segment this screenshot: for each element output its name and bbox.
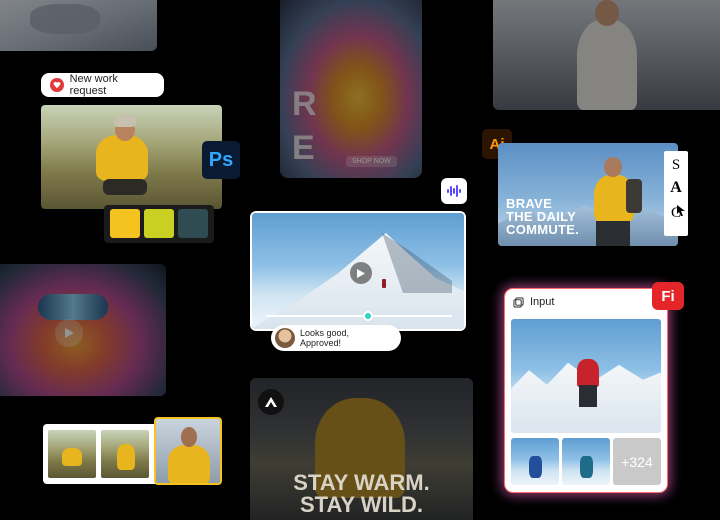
strip-thumb-2[interactable] xyxy=(101,430,149,478)
color-palette[interactable] xyxy=(104,205,214,243)
play-icon xyxy=(64,328,74,338)
hiker-grass-photo[interactable] xyxy=(41,105,222,209)
strip-thumb-1[interactable] xyxy=(48,430,96,478)
banner-backpack xyxy=(626,179,642,213)
photoshop-app-icon[interactable]: Ps xyxy=(202,141,240,179)
banner-headline: BRAVE THE DAILY COMMUTE. xyxy=(506,197,579,236)
more-inputs-count[interactable]: +324 xyxy=(613,438,661,485)
goggles-video-tile[interactable] xyxy=(0,264,166,396)
play-button[interactable] xyxy=(350,262,372,284)
hiker-beanie xyxy=(114,115,136,127)
shop-now-tag[interactable]: SHOP NOW xyxy=(346,156,397,167)
heart-shield-icon xyxy=(50,78,64,92)
glyph-a: A xyxy=(670,179,682,196)
strip-2-figure xyxy=(117,444,135,470)
selected-figure-head xyxy=(181,427,197,447)
tile-play-button[interactable] xyxy=(55,319,83,347)
new-work-request-label: New work request xyxy=(69,73,118,97)
red-jacket-hiker xyxy=(577,359,599,387)
ad-banner[interactable]: BRAVE THE DAILY COMMUTE. xyxy=(498,143,678,246)
poster-headline: STAY WARM. STAY WILD. xyxy=(250,472,473,516)
hiker-legs xyxy=(103,179,147,195)
input-thumb-1[interactable] xyxy=(511,438,559,485)
winter-street-photo-tile[interactable] xyxy=(493,0,720,110)
input-thumb-2[interactable] xyxy=(562,438,610,485)
video-scrub-track[interactable] xyxy=(266,315,452,317)
reviewer-avatar xyxy=(275,328,295,348)
hiker-legs-dark xyxy=(579,385,597,407)
woman-head xyxy=(595,0,619,26)
play-icon xyxy=(357,268,365,278)
hiker-jacket xyxy=(96,135,148,181)
woman-coat xyxy=(577,20,637,110)
banner-legs xyxy=(596,221,630,246)
banner-person-head xyxy=(604,157,622,177)
firefly-app-icon[interactable]: Fi xyxy=(652,282,684,310)
comment-text: Looks good, Approved! xyxy=(299,328,350,348)
strip-thumb-selected[interactable] xyxy=(154,417,222,485)
thumb-1-figure xyxy=(529,456,542,478)
approval-comment[interactable]: Looks good, Approved! xyxy=(271,325,401,351)
firefly-input-panel[interactable]: Input +324 xyxy=(505,289,667,492)
headline-line-3: COMMUTE. xyxy=(506,222,580,237)
top-left-photo-tile[interactable] xyxy=(0,0,157,51)
cursor-arrow-icon xyxy=(677,203,686,221)
glyph-s: S xyxy=(671,157,681,173)
waveform-icon xyxy=(447,185,461,197)
input-main-image[interactable] xyxy=(511,319,661,433)
input-icon xyxy=(513,296,524,308)
poster-vertical-text: R E Q xyxy=(292,85,318,178)
audio-waveform-button[interactable] xyxy=(441,178,467,204)
goggles xyxy=(38,294,108,320)
skier-silhouette xyxy=(30,4,100,34)
climber-figure xyxy=(382,279,386,288)
strip-1-figure xyxy=(62,448,82,466)
input-header: Input xyxy=(513,296,554,308)
hoodie-poster-tile[interactable]: R E Q SHOP NOW xyxy=(280,0,422,178)
input-title: Input xyxy=(530,296,555,308)
swatch-lime[interactable] xyxy=(144,209,174,238)
selected-figure-jacket xyxy=(168,445,210,483)
poster-line-1: STAY WARM. xyxy=(293,470,430,495)
thumb-2-figure xyxy=(580,456,593,478)
photoshop-label: Ps xyxy=(208,148,234,171)
brand-logo-icon xyxy=(258,389,284,415)
firefly-label: Fi xyxy=(661,287,675,305)
new-work-request-pill[interactable]: New work request xyxy=(41,73,164,97)
poster-line-2: STAY WILD. xyxy=(299,492,424,517)
swatch-teal[interactable] xyxy=(178,209,208,238)
font-tool-panel[interactable]: S A C xyxy=(664,151,688,236)
swatch-yellow[interactable] xyxy=(110,209,140,238)
video-review-player[interactable] xyxy=(250,211,466,331)
